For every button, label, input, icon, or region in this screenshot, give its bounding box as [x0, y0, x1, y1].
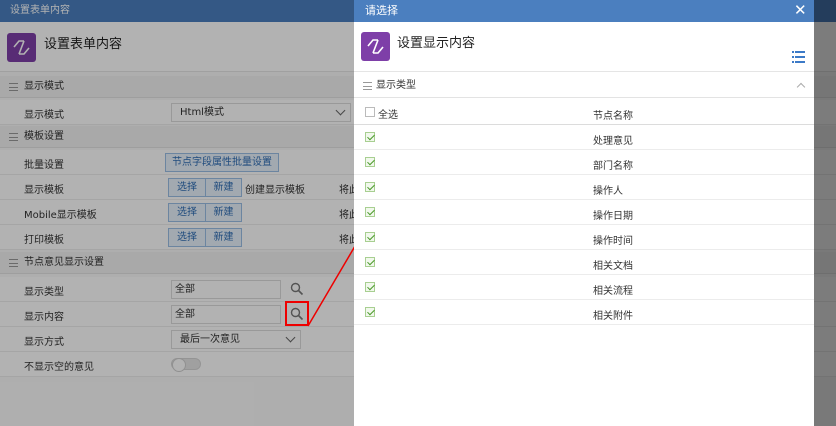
node-name: 处理意见 [593, 136, 633, 147]
collapse-icon[interactable] [796, 82, 806, 92]
row-checkbox[interactable] [365, 132, 375, 142]
node-table: 全选 节点名称 处理意见 部门名称 操作人 操作日期 操作时间 相关文档 相关流… [354, 100, 814, 325]
row-checkbox[interactable] [365, 182, 375, 192]
select-all-checkbox[interactable] [365, 107, 375, 117]
row-checkbox[interactable] [365, 232, 375, 242]
row-checkbox[interactable] [365, 307, 375, 317]
menu-icon [363, 82, 372, 90]
select-dialog: 请选择 ✕ 设置显示内容 显示类型 全选 节点名称 处理意见 部门名称 操作人 … [354, 0, 814, 426]
app-icon [361, 32, 390, 61]
dialog-header: 设置显示内容 [354, 22, 814, 72]
node-name: 操作时间 [593, 236, 633, 247]
table-row[interactable]: 部门名称 [354, 150, 814, 175]
node-name: 部门名称 [593, 161, 633, 172]
dialog-title: 请选择 [354, 0, 814, 22]
node-name: 操作人 [593, 186, 623, 197]
row-checkbox[interactable] [365, 207, 375, 217]
dialog-header-title: 设置显示内容 [397, 36, 476, 51]
select-all-label: 全选 [378, 110, 398, 121]
table-row[interactable]: 操作时间 [354, 225, 814, 250]
section-label: 显示类型 [376, 80, 416, 91]
node-name: 相关流程 [593, 286, 633, 297]
row-checkbox[interactable] [365, 257, 375, 267]
table-row[interactable]: 操作人 [354, 175, 814, 200]
column-header-name: 节点名称 [593, 111, 633, 122]
table-row[interactable]: 相关文档 [354, 250, 814, 275]
row-checkbox[interactable] [365, 157, 375, 167]
table-header: 全选 节点名称 [354, 100, 814, 125]
node-name: 操作日期 [593, 211, 633, 222]
table-row[interactable]: 相关流程 [354, 275, 814, 300]
node-name: 相关附件 [593, 311, 633, 322]
overlay-strip [814, 0, 836, 426]
node-name: 相关文档 [593, 261, 633, 272]
close-icon[interactable]: ✕ [794, 3, 807, 18]
table-row[interactable]: 操作日期 [354, 200, 814, 225]
table-row[interactable]: 相关附件 [354, 300, 814, 325]
row-checkbox[interactable] [365, 282, 375, 292]
list-menu-icon[interactable] [792, 51, 805, 63]
table-row[interactable]: 处理意见 [354, 125, 814, 150]
section-display-type: 显示类型 [354, 74, 814, 98]
